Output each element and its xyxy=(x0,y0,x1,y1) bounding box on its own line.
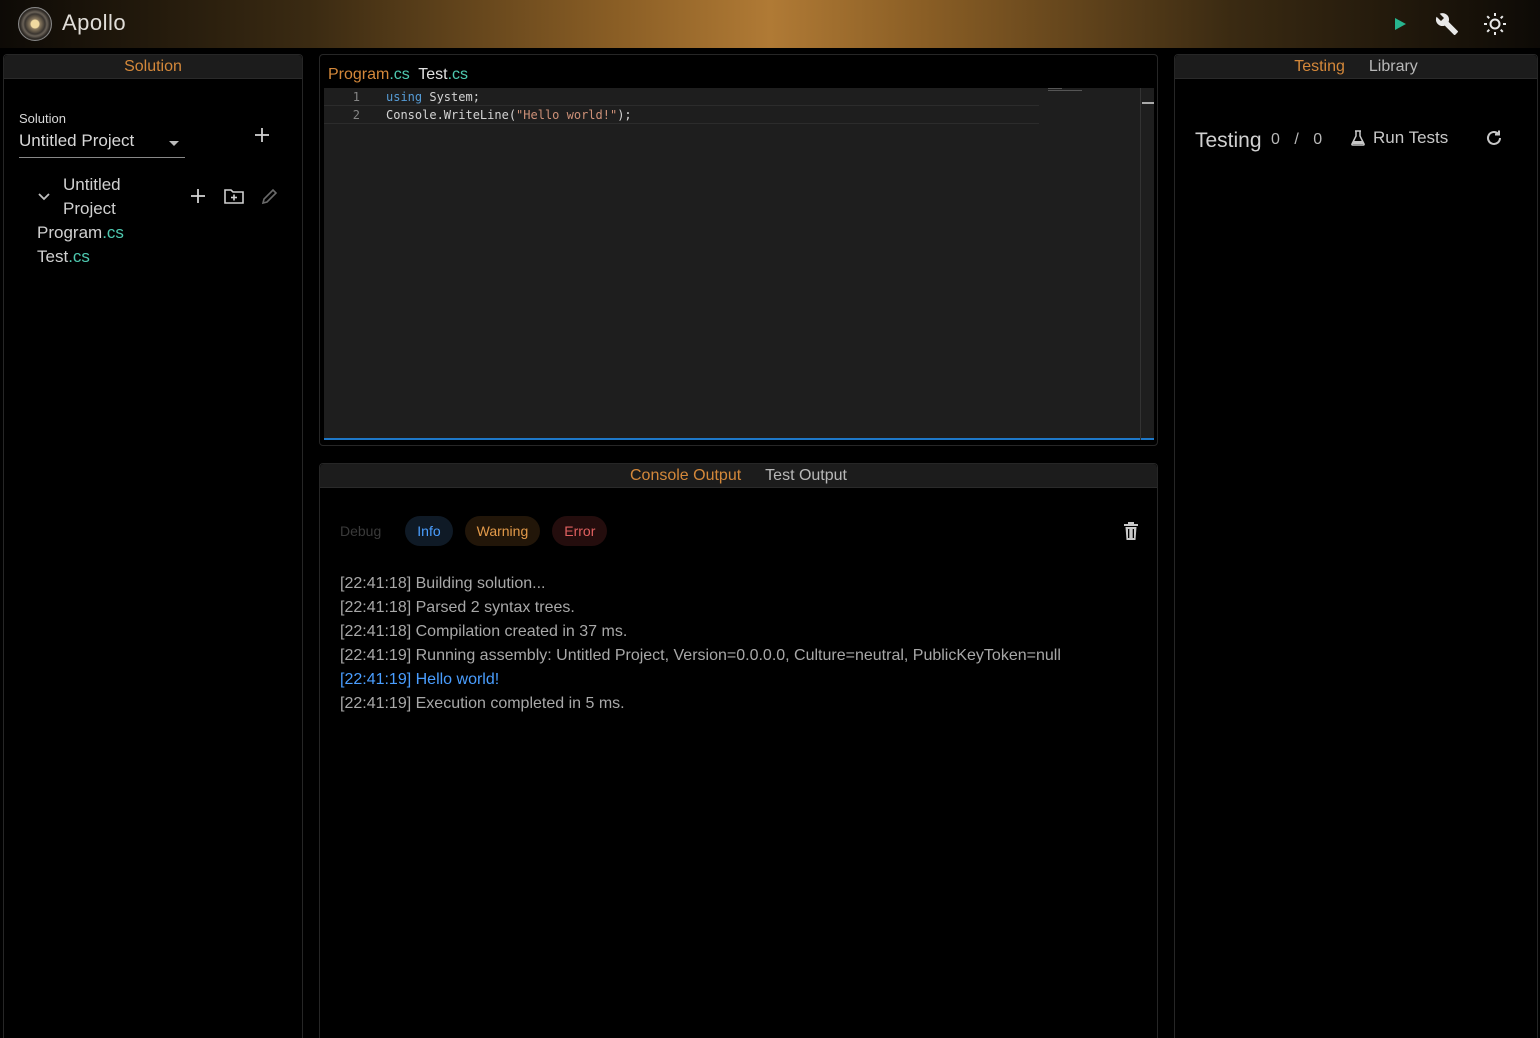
sun-icon[interactable] xyxy=(1481,10,1509,38)
code-rest: System; xyxy=(422,90,480,104)
keyword: using xyxy=(386,90,423,104)
solution-panel-header: Solution xyxy=(4,55,302,79)
app-header: Apollo xyxy=(0,0,1540,48)
add-folder-icon[interactable] xyxy=(221,183,247,209)
passed-count: 0 xyxy=(1271,131,1280,148)
editor-tabs: Program.cs Test.cs xyxy=(328,66,468,84)
pencil-icon[interactable] xyxy=(257,183,283,209)
testing-title: Testing xyxy=(1195,129,1262,152)
code-pre: Console.WriteLine( xyxy=(386,108,517,122)
file-ext: .cs xyxy=(68,247,90,266)
apollo-logo xyxy=(18,7,52,41)
wrench-icon[interactable] xyxy=(1433,10,1461,38)
minimap[interactable] xyxy=(1048,88,1088,92)
code-post: ); xyxy=(617,108,632,122)
tab-console-output[interactable]: Console Output xyxy=(630,467,741,485)
tab-ext: .cs xyxy=(447,66,469,83)
solution-label: Solution xyxy=(19,111,66,126)
file-program[interactable]: Program.cs xyxy=(37,223,124,243)
line-number: 2 xyxy=(352,108,360,122)
file-name: Test xyxy=(37,247,69,266)
log-line: [22:41:19] Running assembly: Untitled Pr… xyxy=(340,647,1061,664)
file-test[interactable]: Test.cs xyxy=(37,247,90,267)
tab-program-cs[interactable]: Program.cs xyxy=(328,66,410,83)
tab-test-cs[interactable]: Test.cs xyxy=(418,66,468,83)
testing-panel-header: Testing Library xyxy=(1175,55,1537,79)
code-editor[interactable]: 1 using System; 2 Console.WriteLine("Hel… xyxy=(324,88,1154,440)
tab-library[interactable]: Library xyxy=(1369,58,1418,76)
flask-icon xyxy=(1351,130,1365,146)
log-line-output: [22:41:19] Hello world! xyxy=(340,671,500,688)
console-log: [22:41:18] Building solution... [22:41:1… xyxy=(340,572,1061,716)
solution-select[interactable]: Untitled Project xyxy=(19,131,185,158)
testing-panel: Testing Library Testing 0 / 0 Run Tests xyxy=(1174,54,1538,1038)
file-name: Program xyxy=(37,223,103,242)
count-separator: / xyxy=(1294,131,1299,148)
tab-name: Test xyxy=(418,66,448,83)
project-name-line1: Untitled xyxy=(63,175,121,194)
run-tests-button[interactable]: Run Tests xyxy=(1351,128,1448,148)
code-text: using System; xyxy=(386,88,480,106)
filter-warning[interactable]: Warning xyxy=(464,516,541,546)
log-line: [22:41:18] Parsed 2 syntax trees. xyxy=(340,599,575,616)
filter-error[interactable]: Error xyxy=(552,516,608,546)
log-filters: Debug Info Warning Error xyxy=(340,516,608,546)
log-line: [22:41:19] Execution completed in 5 ms. xyxy=(340,695,625,712)
chevron-down-icon[interactable] xyxy=(36,188,52,204)
tab-testing[interactable]: Testing xyxy=(1294,58,1345,76)
test-count: 0 / 0 xyxy=(1271,131,1322,149)
app-title: Apollo xyxy=(62,10,127,35)
run-tests-label: Run Tests xyxy=(1373,128,1449,147)
project-node[interactable]: Untitled Project xyxy=(63,173,133,221)
code-line: 1 using System; xyxy=(324,88,1039,106)
caret-down-icon xyxy=(169,141,179,146)
total-count: 0 xyxy=(1313,131,1323,148)
tab-name: Program xyxy=(328,66,390,83)
refresh-icon[interactable] xyxy=(1485,129,1503,152)
project-name-line2: Project xyxy=(63,199,116,218)
filter-info[interactable]: Info xyxy=(405,516,453,546)
console-panel: Console Output Test Output Debug Info Wa… xyxy=(319,463,1158,1038)
tab-test-output[interactable]: Test Output xyxy=(765,467,847,485)
log-line: [22:41:18] Building solution... xyxy=(340,575,546,592)
solution-select-value: Untitled Project xyxy=(19,131,135,150)
trash-icon[interactable] xyxy=(1123,522,1139,545)
add-file-button[interactable] xyxy=(185,183,211,209)
tab-solution[interactable]: Solution xyxy=(124,58,182,76)
editor-scrollbar[interactable] xyxy=(1140,88,1154,440)
add-project-button[interactable] xyxy=(249,122,275,148)
code-line: 2 Console.WriteLine("Hello world!"); xyxy=(324,106,1039,124)
solution-panel: Solution Solution Untitled Project Untit… xyxy=(3,54,303,1038)
play-icon[interactable] xyxy=(1386,10,1414,38)
log-line: [22:41:18] Compilation created in 37 ms. xyxy=(340,623,628,640)
console-panel-header: Console Output Test Output xyxy=(320,464,1157,488)
tab-ext: .cs xyxy=(389,66,410,83)
string-literal: "Hello world!" xyxy=(516,108,618,122)
editor-panel: Program.cs Test.cs 1 using System; 2 Con… xyxy=(319,54,1158,446)
file-ext: .cs xyxy=(102,223,124,242)
line-number: 1 xyxy=(352,90,360,104)
code-text: Console.WriteLine("Hello world!"); xyxy=(386,106,632,124)
filter-debug[interactable]: Debug xyxy=(340,516,393,546)
